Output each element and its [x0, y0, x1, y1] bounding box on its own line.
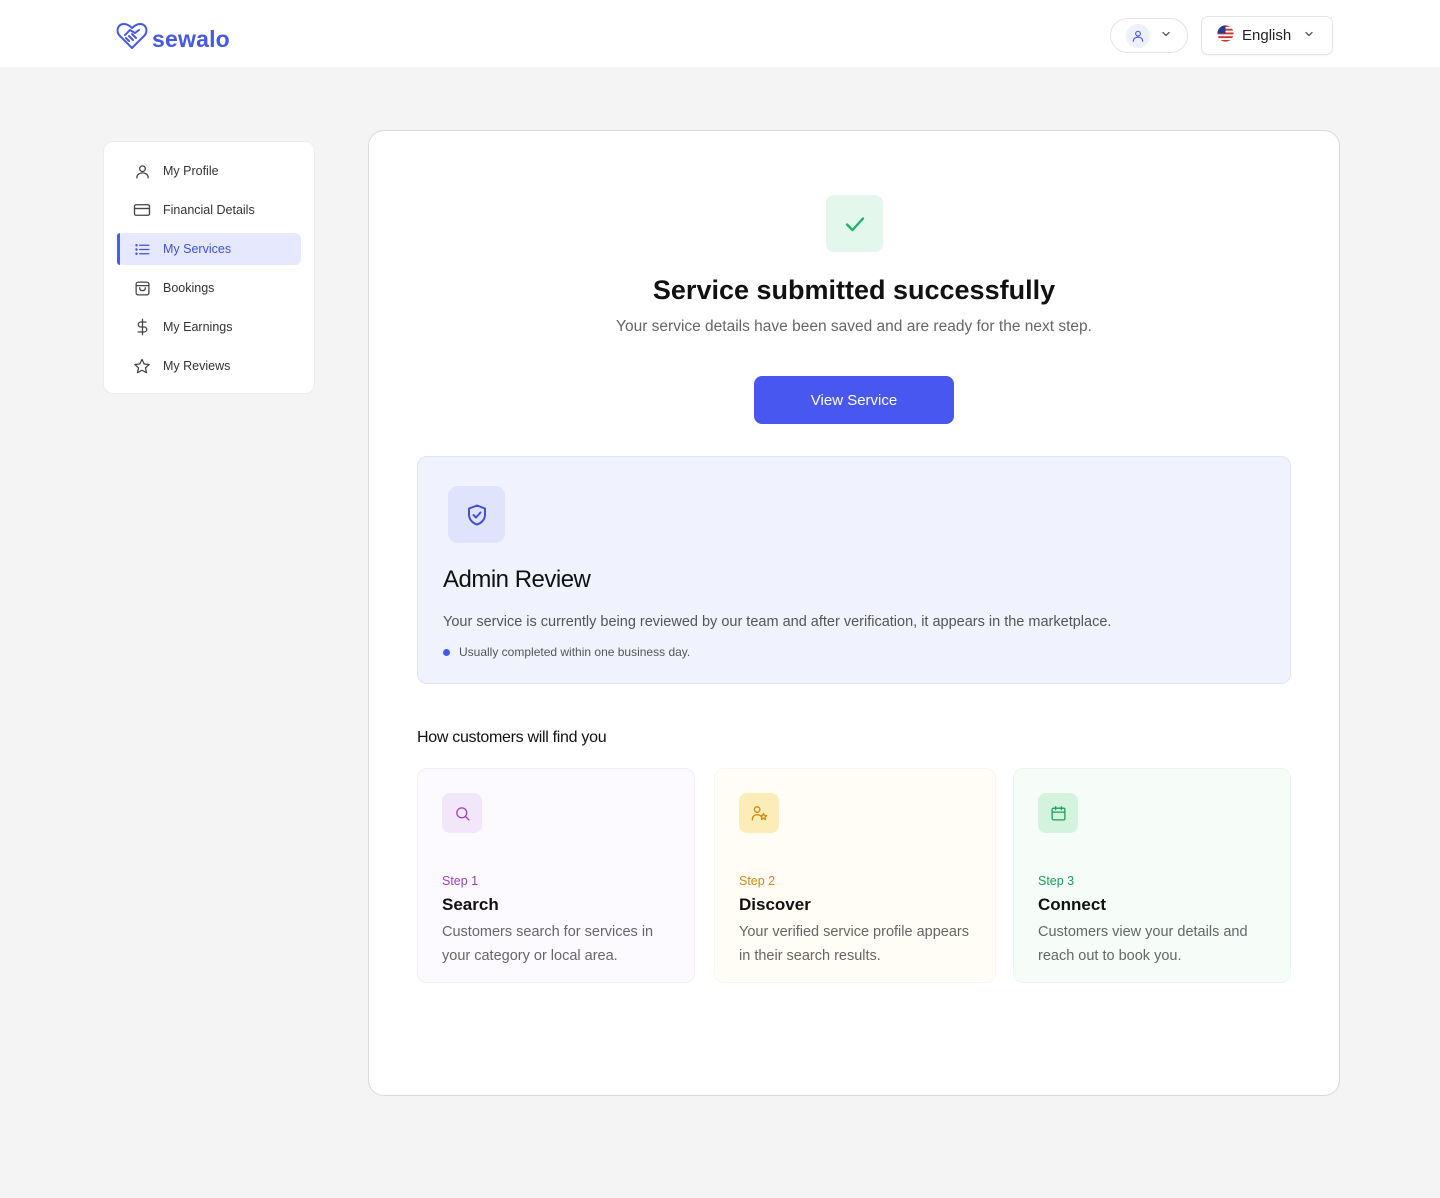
- user-star-icon: [739, 793, 779, 833]
- sidebar-item-label: My Earnings: [163, 320, 233, 334]
- user-menu-button[interactable]: [1110, 18, 1188, 53]
- admin-review-panel: Admin Review Your service is currently b…: [417, 456, 1291, 684]
- shopping-bag-icon: [133, 279, 151, 297]
- admin-review-note: Usually completed within one business da…: [443, 645, 690, 659]
- view-service-button[interactable]: View Service: [754, 376, 954, 424]
- bullet-dot-icon: [443, 648, 450, 656]
- admin-review-description: Your service is currently being reviewed…: [443, 614, 1112, 630]
- sidebar-item-my-earnings[interactable]: My Earnings: [117, 311, 301, 343]
- success-title: Service submitted successfully: [652, 275, 1056, 305]
- step-description: Customers view your details and reach ou…: [1038, 924, 1248, 964]
- user-icon: [133, 162, 151, 180]
- step-number: Step 1: [442, 874, 479, 888]
- sidebar-item-financial-details[interactable]: Financial Details: [117, 194, 301, 226]
- step-description: Customers search for services in your ca…: [442, 924, 654, 964]
- step-card-search: Step 1 Search Customers search for servi…: [417, 768, 695, 983]
- success-subtitle: Your service details have been saved and…: [616, 318, 1092, 335]
- sidebar-item-label: My Profile: [163, 164, 219, 178]
- admin-review-note-text: Usually completed within one business da…: [459, 645, 691, 659]
- sidebar-item-label: Financial Details: [163, 203, 255, 217]
- star-icon: [133, 357, 151, 375]
- language-select[interactable]: English: [1201, 16, 1333, 55]
- sidebar-item-bookings[interactable]: Bookings: [117, 272, 301, 304]
- sidebar-item-my-services[interactable]: My Services: [117, 233, 301, 265]
- user-icon: [1126, 23, 1150, 48]
- sidebar-item-my-profile[interactable]: My Profile: [117, 155, 301, 187]
- brand-logo[interactable]: sewalo: [116, 21, 230, 56]
- checkmark-icon: [826, 195, 883, 252]
- how-customers-heading: How customers will find you: [417, 729, 607, 746]
- main-card: Service submitted successfully Your serv…: [368, 130, 1340, 1096]
- dollar-icon: [133, 318, 151, 336]
- step-title: Search: [442, 895, 499, 914]
- step-card-connect: Step 3 Connect Customers view your detai…: [1013, 768, 1291, 983]
- sidebar-item-label: Bookings: [163, 281, 215, 295]
- brand-name: sewalo: [152, 25, 230, 52]
- handshake-heart-icon: [116, 21, 148, 56]
- step-number: Step 3: [1038, 874, 1075, 888]
- shield-check-icon: [448, 486, 505, 543]
- top-bar: sewalo English: [0, 0, 1440, 67]
- list-icon: [133, 240, 151, 258]
- step-number: Step 2: [739, 874, 776, 888]
- sidebar-item-my-reviews[interactable]: My Reviews: [117, 350, 301, 382]
- chevron-down-icon: [1160, 27, 1172, 45]
- step-description: Your verified service profile appears in…: [739, 924, 969, 964]
- chevron-down-icon: [1303, 27, 1315, 45]
- calendar-icon: [1038, 793, 1078, 833]
- admin-review-title: Admin Review: [443, 566, 591, 593]
- search-icon: [442, 793, 482, 833]
- step-title: Discover: [739, 895, 811, 914]
- step-card-discover: Step 2 Discover Your verified service pr…: [714, 768, 996, 983]
- step-title: Connect: [1038, 895, 1106, 914]
- language-label: English: [1242, 27, 1292, 44]
- credit-card-icon: [133, 201, 151, 219]
- us-flag-icon: [1217, 24, 1234, 47]
- sidebar-item-label: My Reviews: [163, 359, 231, 373]
- sidebar-nav: My Profile Financial Details My Services…: [103, 141, 315, 394]
- sidebar-item-label: My Services: [163, 242, 232, 256]
